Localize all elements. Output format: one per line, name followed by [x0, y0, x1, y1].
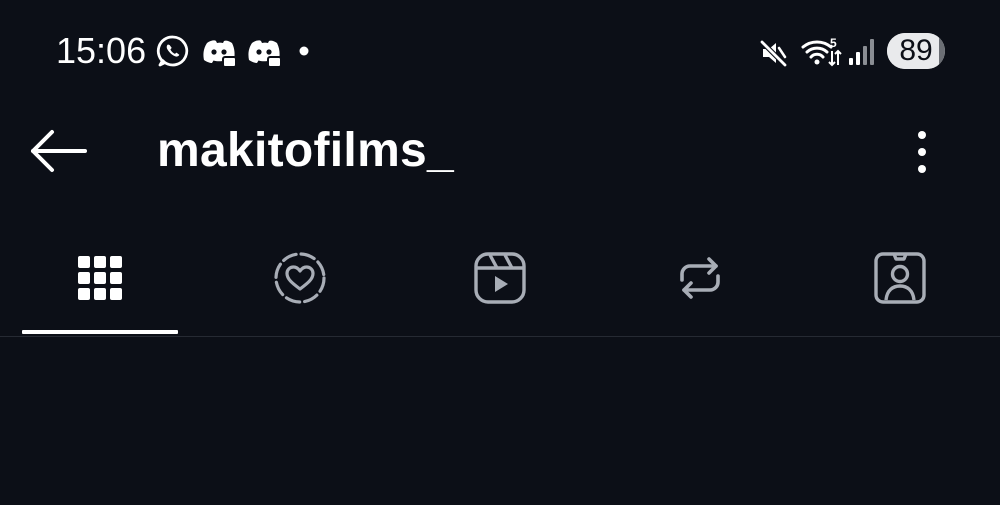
reels-icon: [474, 252, 526, 304]
grid-icon: [78, 256, 122, 300]
profile-username: makitofilms_: [157, 124, 455, 177]
status-bar: 15:06 5 89: [0, 0, 1000, 100]
battery-level-text: 89: [899, 34, 933, 67]
heart-circle-icon: [274, 252, 326, 304]
tab-tagged[interactable]: [800, 236, 1000, 336]
profile-tabs: [0, 236, 1000, 336]
posts-grid-area: [0, 337, 1000, 505]
svg-text:5: 5: [830, 36, 837, 50]
discord-icon: [248, 40, 282, 68]
signal-icon: [849, 39, 874, 65]
active-tab-indicator: [22, 330, 178, 334]
tab-reposts[interactable]: [600, 236, 800, 336]
tagged-user-icon: [874, 252, 926, 304]
more-options-button[interactable]: [900, 124, 944, 180]
mute-icon: [760, 40, 787, 67]
arrow-left-icon: [31, 130, 87, 172]
tab-reels[interactable]: [400, 236, 600, 336]
discord-icon: [203, 40, 237, 68]
whatsapp-icon: [156, 35, 189, 67]
back-button[interactable]: [18, 122, 98, 180]
dot-icon: [299, 46, 309, 56]
tab-posts[interactable]: [0, 236, 200, 336]
wifi-icon: 5: [801, 36, 842, 67]
tab-highlights[interactable]: [200, 236, 400, 336]
more-vertical-icon: [918, 131, 926, 173]
battery-indicator: 89: [887, 33, 945, 69]
profile-header: makitofilms_: [0, 100, 1000, 210]
repost-icon: [680, 257, 720, 299]
status-time: 15:06: [56, 30, 147, 71]
